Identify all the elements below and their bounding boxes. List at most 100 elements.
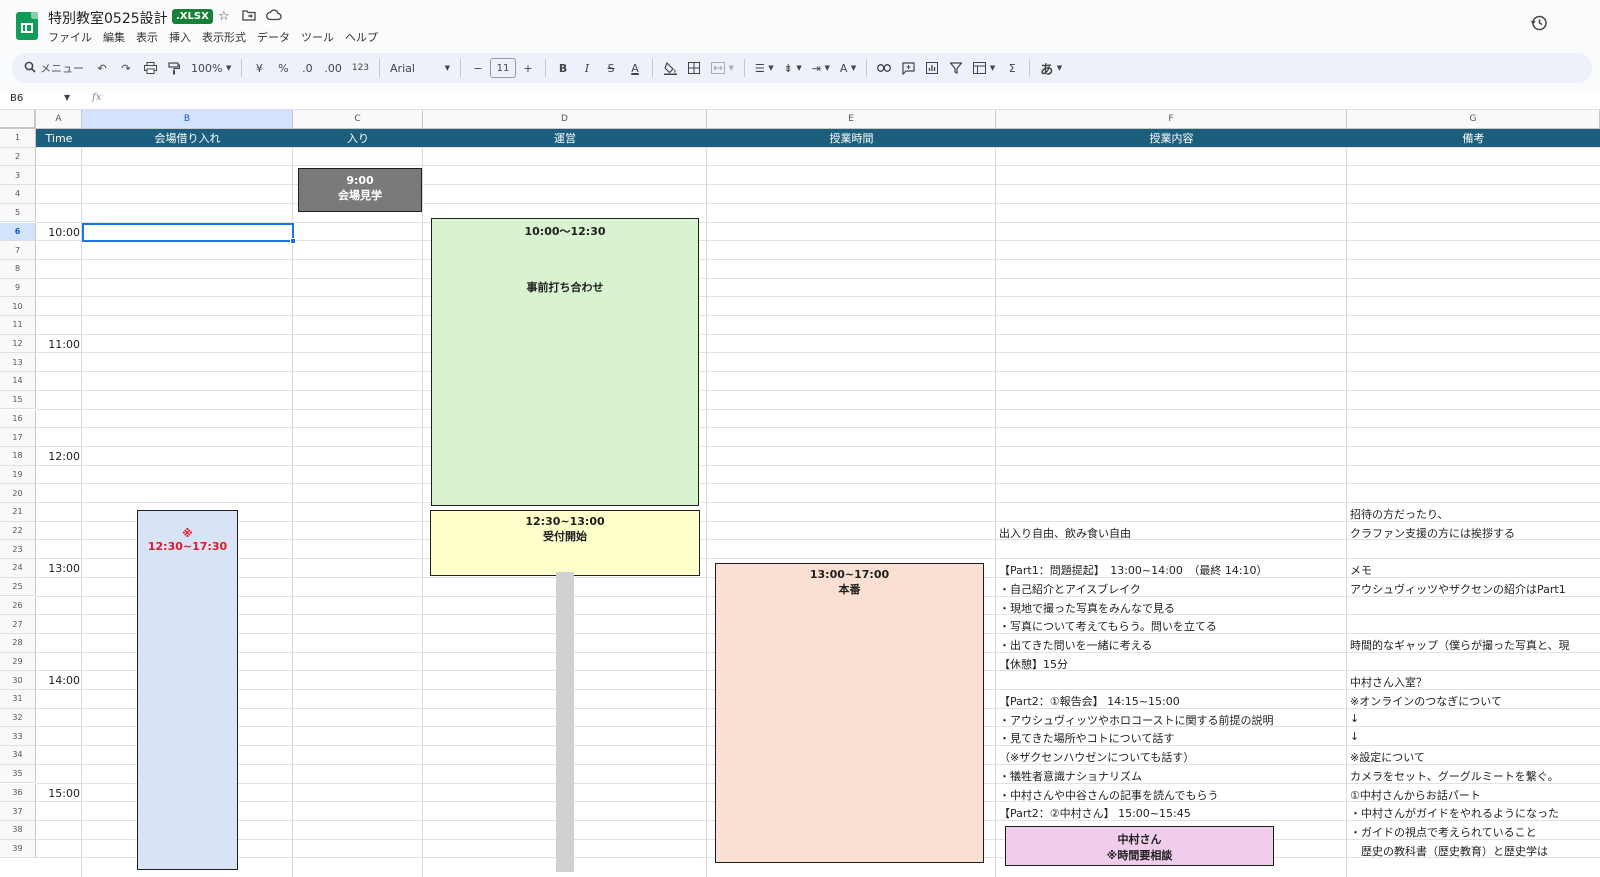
notes-line[interactable]: 歴史の教科書（歴史教育）と歴史学は	[1350, 843, 1599, 859]
paint-format-icon[interactable]	[164, 57, 184, 79]
lesson-content-line[interactable]: ・中村さんや中谷さんの記事を読んでもらう	[999, 787, 1344, 803]
row-header-36[interactable]: 36	[0, 783, 36, 803]
time-label[interactable]: 13:00	[36, 562, 82, 575]
notes-line[interactable]: ↓	[1350, 712, 1599, 725]
row-header-37[interactable]: 37	[0, 802, 36, 821]
row-header-20[interactable]: 20	[0, 484, 36, 503]
row-header-29[interactable]: 29	[0, 652, 36, 672]
row-header-38[interactable]: 38	[0, 820, 36, 840]
lesson-content-line[interactable]: ・アウシュヴィッツやホロコーストに関する前提の説明	[999, 712, 1344, 728]
number-format-button[interactable]: 123	[349, 57, 372, 79]
row-header-35[interactable]: 35	[0, 764, 36, 784]
merge-cells-icon[interactable]: ▼	[708, 57, 737, 79]
increase-font-size-button[interactable]: +	[518, 57, 538, 79]
lesson-content-line[interactable]: ・自己紹介とアイスブレイク	[999, 581, 1344, 597]
text-rotation-icon[interactable]: A ▼	[837, 57, 859, 79]
insert-link-icon[interactable]	[874, 57, 894, 79]
block-nakamura[interactable]: 中村さん ※時間要相談	[1005, 825, 1274, 866]
notes-line[interactable]: クラファン支援の方には挨拶する	[1350, 525, 1599, 541]
fill-handle[interactable]	[290, 238, 296, 245]
filter-views-icon[interactable]: ▼	[970, 57, 998, 79]
column-header-b[interactable]: B	[82, 110, 293, 129]
notes-line[interactable]: ・ガイドの視点で考えられていること	[1350, 824, 1599, 840]
block-pre-meeting[interactable]: 10:00〜12:30 事前打ち合わせ	[431, 217, 699, 506]
row-header-7[interactable]: 7	[0, 241, 36, 260]
zoom-select[interactable]: 100% ▼	[188, 57, 234, 79]
row-header-25[interactable]: 25	[0, 577, 36, 597]
undo-icon[interactable]: ↶	[92, 57, 112, 79]
menu-data[interactable]: データ	[257, 29, 290, 45]
lesson-content-line[interactable]: （※ザクセンハウゼンについても話す）	[999, 749, 1344, 765]
header-cell-c[interactable]: 入り	[293, 129, 423, 147]
menu-search[interactable]: メニュー	[18, 57, 90, 79]
decrease-decimal-button[interactable]: .0	[297, 57, 317, 79]
horizontal-align-icon[interactable]: ☰ ▼	[752, 57, 777, 79]
block-main-session[interactable]: 13:00~17:00 本番	[715, 563, 984, 864]
menu-format[interactable]: 表示形式	[202, 29, 246, 45]
time-label[interactable]: 12:00	[36, 450, 82, 463]
row-header-21[interactable]: 21	[0, 503, 36, 522]
percent-format-button[interactable]: %	[273, 57, 293, 79]
cloud-status-icon[interactable]	[266, 9, 282, 25]
text-color-button[interactable]: A	[625, 57, 645, 79]
column-header-c[interactable]: C	[293, 110, 423, 129]
notes-line[interactable]: アウシュヴィッツやザクセンの紹介はPart1	[1350, 581, 1599, 597]
font-select[interactable]: Arial ▼	[387, 57, 453, 79]
lesson-content-line[interactable]: ・犠牲者意識ナショナリズム	[999, 768, 1344, 784]
name-box[interactable]: B6	[10, 93, 23, 104]
row-header-11[interactable]: 11	[0, 316, 36, 335]
row-header-17[interactable]: 17	[0, 428, 36, 447]
spreadsheet-grid[interactable]: A B C D E F G 1 2 3 4 5 6 7 8 9 10 11 12 13 14 15 16 17 18 19 20 21…	[0, 110, 1600, 877]
block-venue-rental[interactable]: ※ 12:30~17:30	[137, 510, 238, 870]
header-cell-f[interactable]: 授業内容	[996, 129, 1347, 147]
row-header-1[interactable]: 1	[0, 129, 36, 148]
row-header-27[interactable]: 27	[0, 615, 36, 634]
bold-button[interactable]: B	[553, 57, 573, 79]
redo-icon[interactable]: ↷	[116, 57, 136, 79]
filter-icon[interactable]	[946, 57, 966, 79]
notes-line[interactable]: メモ	[1350, 562, 1599, 578]
header-cell-g[interactable]: 備考	[1347, 129, 1600, 147]
lesson-content-line[interactable]: ・見てきた場所やコトについて話す	[999, 730, 1344, 746]
row-header-18[interactable]: 18	[0, 446, 36, 466]
row-header-8[interactable]: 8	[0, 259, 36, 279]
lesson-content-line[interactable]: ・現地で撮った写真をみんなで見る	[999, 600, 1344, 616]
row-header-13[interactable]: 13	[0, 353, 36, 373]
text-wrapping-icon[interactable]: ⇥ ▼	[809, 57, 833, 79]
row-header-3[interactable]: 3	[0, 166, 36, 186]
row-header-16[interactable]: 16	[0, 409, 36, 429]
lesson-content-line[interactable]: 【Part2：①報告会】 14:15~15:00	[999, 693, 1344, 709]
row-header-23[interactable]: 23	[0, 540, 36, 560]
notes-line[interactable]: ①中村さんからお話パート	[1350, 787, 1599, 803]
notes-line[interactable]: ・中村さんがガイドをやれるようになった	[1350, 805, 1599, 821]
menu-view[interactable]: 表示	[136, 29, 158, 45]
functions-button[interactable]: Σ	[1002, 57, 1022, 79]
insert-chart-icon[interactable]	[922, 57, 942, 79]
row-header-31[interactable]: 31	[0, 690, 36, 709]
row-header-28[interactable]: 28	[0, 633, 36, 653]
header-cell-d[interactable]: 運営	[423, 129, 707, 147]
lesson-content-line[interactable]: 【休憩】15分	[999, 656, 1344, 672]
row-header-9[interactable]: 9	[0, 278, 36, 298]
column-header-f[interactable]: F	[996, 110, 1347, 129]
version-history-icon[interactable]	[1530, 14, 1548, 37]
menu-insert[interactable]: 挿入	[169, 29, 191, 45]
lesson-content-line[interactable]: ・写真について考えてもらう。問いを立てる	[999, 618, 1344, 634]
time-label[interactable]: 15:00	[36, 787, 82, 800]
decrease-font-size-button[interactable]: −	[468, 57, 488, 79]
row-header-15[interactable]: 15	[0, 390, 36, 410]
fill-color-icon[interactable]	[660, 57, 680, 79]
row-header-24[interactable]: 24	[0, 559, 36, 578]
strikethrough-button[interactable]: S	[601, 57, 621, 79]
menu-help[interactable]: ヘルプ	[345, 29, 378, 45]
chevron-down-icon[interactable]: ▼	[64, 93, 70, 102]
header-cell-b[interactable]: 会場借り入れ	[82, 129, 293, 147]
italic-button[interactable]: I	[577, 57, 597, 79]
menu-file[interactable]: ファイル	[48, 29, 92, 45]
star-icon[interactable]: ☆	[218, 9, 230, 24]
row-header-19[interactable]: 19	[0, 465, 36, 485]
column-header-e[interactable]: E	[707, 110, 996, 129]
row-header-30[interactable]: 30	[0, 671, 36, 690]
lesson-content-line[interactable]: 【Part2：②中村さん】 15:00~15:45	[999, 805, 1344, 821]
column-header-g[interactable]: G	[1347, 110, 1600, 129]
